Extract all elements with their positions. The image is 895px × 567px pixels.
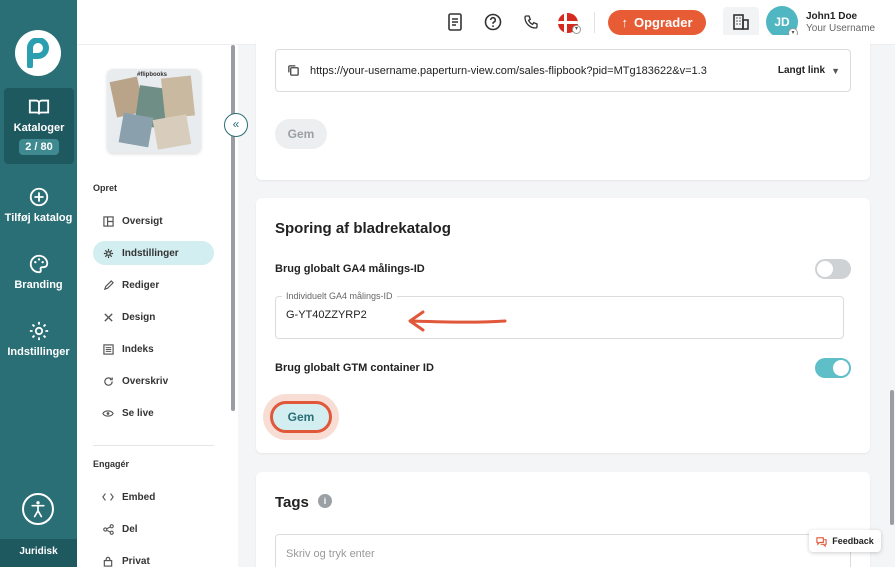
- subnav-item-overview[interactable]: Oversigt: [93, 209, 214, 233]
- gear-icon: [29, 321, 48, 341]
- tools-icon: [102, 311, 114, 323]
- rail-item-kataloger[interactable]: Kataloger 2 / 80: [4, 88, 74, 164]
- legal-link[interactable]: Juridisk: [0, 539, 77, 567]
- tags-card: Tags i: [256, 472, 870, 567]
- gear-icon: [102, 247, 114, 259]
- building-icon: [733, 14, 749, 30]
- feedback-icon: [816, 536, 827, 547]
- subnav-item-index[interactable]: Indeks: [93, 337, 214, 361]
- subnav-item-label: Design: [122, 311, 156, 323]
- layout-icon: [102, 215, 114, 227]
- rail-item-settings[interactable]: Indstillinger: [0, 320, 77, 358]
- ga4-global-label: Brug globalt GA4 målings-ID: [275, 263, 425, 275]
- tags-title: Tags: [275, 494, 309, 511]
- accessibility-button[interactable]: [22, 493, 54, 525]
- user-username: Your Username: [806, 23, 876, 34]
- header-divider: [594, 12, 595, 33]
- refresh-icon: [102, 375, 114, 387]
- group-label-engage: Engagér: [93, 459, 130, 469]
- save-link-button[interactable]: Gem: [275, 119, 327, 149]
- help-icon[interactable]: [483, 12, 503, 32]
- organization-button[interactable]: [723, 7, 759, 37]
- sidebar-scrollbar[interactable]: [231, 45, 235, 411]
- subnav-item-label: Embed: [122, 491, 156, 503]
- eye-icon: [102, 407, 114, 419]
- gtm-global-label: Brug globalt GTM container ID: [275, 362, 434, 374]
- book-open-icon: [28, 99, 50, 115]
- collapse-sidebar-button[interactable]: «: [224, 113, 248, 137]
- subnav-item-label: Se live: [122, 407, 154, 419]
- link-card: https://your-username.paperturn-view.com…: [256, 35, 870, 180]
- main-scrollbar[interactable]: [890, 390, 894, 525]
- phone-icon[interactable]: [521, 12, 541, 32]
- subnav-item-design[interactable]: Design: [93, 305, 214, 329]
- link-type-select[interactable]: Langt link ▼: [778, 65, 840, 76]
- catalog-thumbnail[interactable]: #flipbooks: [107, 69, 201, 153]
- link-type-value: Langt link: [777, 65, 826, 76]
- lock-icon: [102, 555, 114, 567]
- document-icon[interactable]: [445, 12, 465, 32]
- ga4-measurement-id-field[interactable]: Individuelt GA4 målings-ID: [275, 291, 844, 339]
- arrow-up-icon: ↑: [621, 15, 628, 30]
- group-label-create: Opret: [93, 183, 118, 193]
- subnav-item-embed[interactable]: Embed: [93, 485, 214, 509]
- subnav-item-private[interactable]: Privat: [93, 549, 214, 567]
- pencil-icon: [102, 279, 114, 291]
- main-content: https://your-username.paperturn-view.com…: [238, 35, 895, 567]
- chevron-down-icon: ▾: [572, 25, 581, 34]
- paperturn-logo[interactable]: [15, 30, 61, 76]
- thumbnail-label: #flipbooks: [137, 72, 168, 78]
- rail-item-add-catalog[interactable]: Tilføj katalog: [0, 186, 77, 224]
- subnav-item-label: Oversigt: [122, 215, 163, 227]
- tracking-title: Sporing af bladrekatalog: [275, 220, 451, 237]
- ga4-global-toggle[interactable]: [815, 259, 851, 279]
- catalog-sidebar: #flipbooks « Opret Oversigt Indstillinge…: [77, 45, 248, 567]
- copy-icon[interactable]: [276, 64, 310, 77]
- subnav-item-overwrite[interactable]: Overskriv: [93, 369, 214, 393]
- feedback-label: Feedback: [832, 536, 874, 546]
- code-icon: [102, 491, 114, 503]
- subnav-item-label: Rediger: [122, 279, 160, 291]
- subnav-item-view-live[interactable]: Se live: [93, 401, 214, 425]
- tracking-card: Sporing af bladrekatalog Brug globalt GA…: [256, 198, 870, 453]
- palette-icon: [29, 254, 48, 274]
- subnav-item-label: Overskriv: [122, 375, 169, 387]
- subnav-item-settings[interactable]: Indstillinger: [93, 241, 214, 265]
- upgrade-button[interactable]: ↑ Opgrader: [608, 10, 706, 35]
- catalog-count-badge: 2 / 80: [19, 139, 59, 155]
- tags-input[interactable]: [275, 534, 851, 567]
- ga4-field-legend: Individuelt GA4 målings-ID: [282, 291, 397, 301]
- share-icon: [102, 523, 114, 535]
- flipbook-url[interactable]: https://your-username.paperturn-view.com…: [310, 65, 778, 77]
- rail-item-label: Indstillinger: [7, 346, 70, 358]
- subnav-item-label: Del: [122, 523, 138, 535]
- subnav-divider: [93, 445, 214, 446]
- accessibility-icon: [31, 501, 45, 518]
- rail-item-label: Tilføj katalog: [4, 212, 73, 224]
- subnav-item-label: Privat: [122, 555, 150, 567]
- subnav-item-edit[interactable]: Rediger: [93, 273, 214, 297]
- subnav-item-label: Indstillinger: [122, 247, 179, 259]
- flipbook-link-field[interactable]: https://your-username.paperturn-view.com…: [275, 49, 851, 92]
- info-icon[interactable]: i: [318, 494, 332, 508]
- rail-item-branding[interactable]: Branding: [0, 253, 77, 291]
- save-tracking-button[interactable]: Gem: [270, 401, 332, 433]
- rail-item-label: Kataloger: [13, 122, 65, 134]
- feedback-button[interactable]: Feedback: [809, 530, 881, 552]
- upgrade-label: Opgrader: [633, 15, 693, 30]
- plus-circle-icon: [29, 187, 48, 207]
- list-icon: [102, 343, 114, 355]
- rail-item-label: Branding: [14, 279, 63, 291]
- arrow-left-annotation-icon: [408, 310, 507, 332]
- subnav-item-label: Indeks: [122, 343, 154, 355]
- subnav-item-share[interactable]: Del: [93, 517, 214, 541]
- gtm-global-toggle[interactable]: [815, 358, 851, 378]
- chevron-down-icon: ▼: [831, 65, 840, 76]
- main-rail: Kataloger 2 / 80 Tilføj katalog Branding…: [0, 0, 77, 567]
- user-name[interactable]: John1 Doe: [806, 11, 857, 22]
